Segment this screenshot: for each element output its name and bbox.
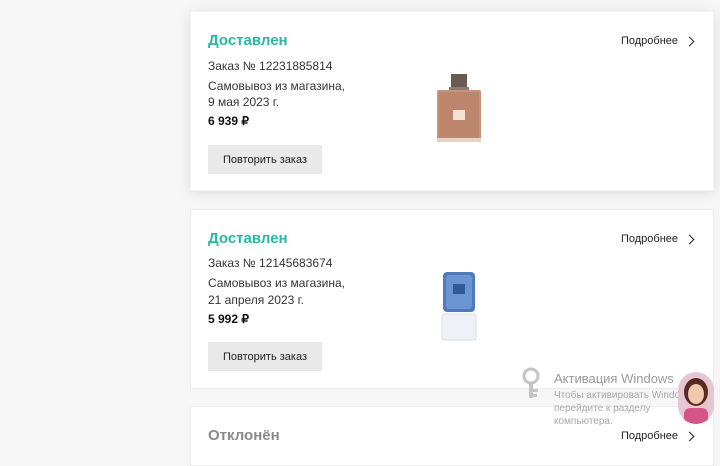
delivery-method: Самовывоз из магазина,: [208, 79, 345, 93]
order-price: 5 992 ₽: [208, 312, 249, 326]
order-card: Доставлен Подробнее Заказ № 12145683674 …: [190, 209, 714, 389]
chevron-right-icon: [684, 234, 695, 244]
watermark-title: Активация Windows: [554, 371, 674, 386]
details-label: Подробнее: [620, 233, 678, 245]
perfume-bottle-icon: [441, 272, 477, 341]
perfume-bottle-icon: [437, 74, 481, 142]
product-image[interactable]: [438, 270, 480, 347]
order-price: 6 939 ₽: [208, 114, 249, 128]
order-number: Заказ № 12231885814: [208, 59, 333, 73]
repeat-order-button[interactable]: Повторить заказ: [208, 342, 322, 371]
order-card: Доставлен Подробнее Заказ № 12231885814 …: [190, 11, 714, 191]
order-details-link[interactable]: Подробнее: [620, 233, 695, 245]
chevron-right-icon: [684, 36, 695, 46]
user-avatar: [678, 372, 714, 424]
avatar-image-icon: [678, 372, 714, 424]
order-status: Доставлен: [208, 230, 288, 247]
order-number: Заказ № 12145683674: [208, 256, 333, 270]
order-status: Доставлен: [208, 32, 288, 49]
delivery-method: Самовывоз из магазина,: [208, 276, 345, 290]
key-icon: [522, 367, 540, 398]
order-details-link[interactable]: Подробнее: [620, 35, 695, 47]
order-status: Отклонён: [208, 427, 280, 444]
delivery-date: 9 мая 2023 г.: [208, 95, 280, 109]
repeat-order-button[interactable]: Повторить заказ: [208, 145, 322, 174]
details-label: Подробнее: [620, 35, 678, 47]
delivery-date: 21 апреля 2023 г.: [208, 293, 304, 307]
product-image[interactable]: [433, 72, 485, 149]
